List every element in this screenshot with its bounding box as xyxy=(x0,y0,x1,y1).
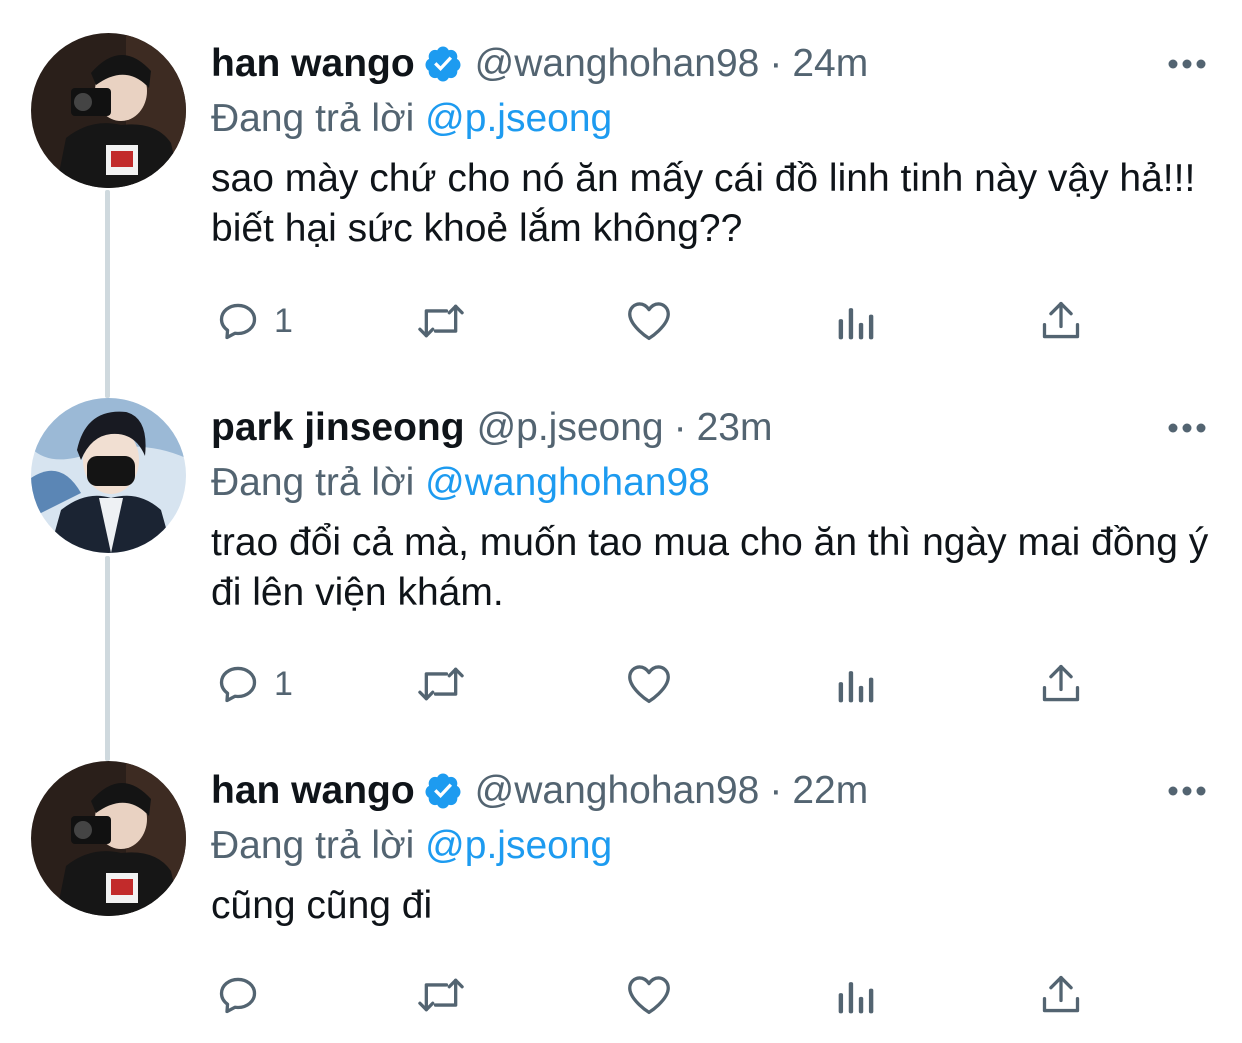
tweet-actions xyxy=(211,965,1242,1025)
replying-to: Đang trả lời @wanghohan98 xyxy=(211,456,1212,510)
like-button[interactable] xyxy=(625,291,673,351)
replying-to: Đang trả lời @p.jseong xyxy=(211,92,1212,146)
share-button[interactable] xyxy=(1039,654,1083,714)
replying-prefix: Đang trả lời xyxy=(211,97,415,140)
timestamp[interactable]: 23m xyxy=(697,406,773,450)
timestamp[interactable]: 24m xyxy=(792,42,868,86)
replying-mention-link[interactable]: @p.jseong xyxy=(425,824,612,867)
like-button[interactable] xyxy=(625,654,673,714)
tweet[interactable]: park jinseong @p.jseong · 23m Đang trả l… xyxy=(0,380,1242,740)
display-name[interactable]: park jinseong xyxy=(211,406,465,450)
reply-count: 1 xyxy=(274,301,293,340)
retweet-arrows-icon xyxy=(418,978,464,1012)
bar-chart-icon xyxy=(838,671,874,703)
ellipsis-icon[interactable] xyxy=(1162,36,1212,92)
reply-button[interactable] xyxy=(216,965,274,1025)
speech-bubble-icon xyxy=(219,666,257,703)
tweet-header: han wango @wanghohan98 · 24m xyxy=(211,36,1212,92)
retweet-button[interactable] xyxy=(415,965,467,1025)
display-name[interactable]: han wango xyxy=(211,42,415,86)
handle[interactable]: @wanghohan98 xyxy=(475,42,760,86)
separator: · xyxy=(769,42,783,85)
retweet-arrows-icon xyxy=(418,667,464,701)
share-button[interactable] xyxy=(1039,965,1083,1025)
like-button[interactable] xyxy=(625,965,673,1025)
analytics-button[interactable] xyxy=(835,654,879,714)
retweet-arrows-icon xyxy=(418,304,464,338)
tweet-header: han wango @wanghohan98 · 22m xyxy=(211,763,1212,819)
share-button[interactable] xyxy=(1039,291,1083,351)
retweet-button[interactable] xyxy=(415,291,467,351)
bar-chart-icon xyxy=(838,982,874,1014)
avatar[interactable] xyxy=(31,398,186,553)
tweet-actions: 1 xyxy=(211,291,1242,351)
timestamp[interactable]: 22m xyxy=(792,769,868,813)
bar-chart-icon xyxy=(838,308,874,340)
share-upload-icon xyxy=(1042,664,1080,702)
separator: · xyxy=(673,406,687,449)
retweet-button[interactable] xyxy=(415,654,467,714)
replying-prefix: Đang trả lời xyxy=(211,461,415,504)
avatar[interactable] xyxy=(31,33,186,188)
reply-button[interactable]: 1 xyxy=(216,654,293,714)
reply-count: 1 xyxy=(274,664,293,703)
tweet[interactable]: han wango @wanghohan98 · 24m Đang trả lờ… xyxy=(0,0,1242,380)
reply-button[interactable]: 1 xyxy=(216,291,293,351)
handle[interactable]: @wanghohan98 xyxy=(475,769,760,813)
tweet-text: cũng cũng đi xyxy=(211,884,433,927)
heart-icon xyxy=(628,302,670,341)
separator: · xyxy=(769,769,783,812)
display-name[interactable]: han wango xyxy=(211,769,415,813)
share-upload-icon xyxy=(1042,975,1080,1013)
replying-mention-link[interactable]: @p.jseong xyxy=(425,97,612,140)
avatar[interactable] xyxy=(31,761,186,916)
tweet-actions: 1 xyxy=(211,654,1242,714)
verified-badge-icon xyxy=(423,44,463,84)
ellipsis-icon[interactable] xyxy=(1162,400,1212,456)
tweet-text: sao mày chứ cho nó ăn mấy cái đồ linh ti… xyxy=(211,157,1196,250)
tweet[interactable]: han wango @wanghohan98 · 22m Đang trả lờ… xyxy=(0,740,1242,1043)
handle[interactable]: @p.jseong xyxy=(477,406,664,450)
tweet-text: trao đổi cả mà, muốn tao mua cho ăn thì … xyxy=(211,521,1209,614)
verified-badge-icon xyxy=(423,771,463,811)
tweet-header: park jinseong @p.jseong · 23m xyxy=(211,400,1212,456)
heart-icon xyxy=(628,976,670,1015)
analytics-button[interactable] xyxy=(835,291,879,351)
heart-icon xyxy=(628,665,670,704)
share-upload-icon xyxy=(1042,301,1080,339)
ellipsis-icon[interactable] xyxy=(1162,763,1212,819)
analytics-button[interactable] xyxy=(835,965,879,1025)
replying-prefix: Đang trả lời xyxy=(211,824,415,867)
speech-bubble-icon xyxy=(219,977,257,1014)
replying-to: Đang trả lời @p.jseong xyxy=(211,819,1212,873)
speech-bubble-icon xyxy=(219,303,257,340)
replying-mention-link[interactable]: @wanghohan98 xyxy=(425,461,710,504)
